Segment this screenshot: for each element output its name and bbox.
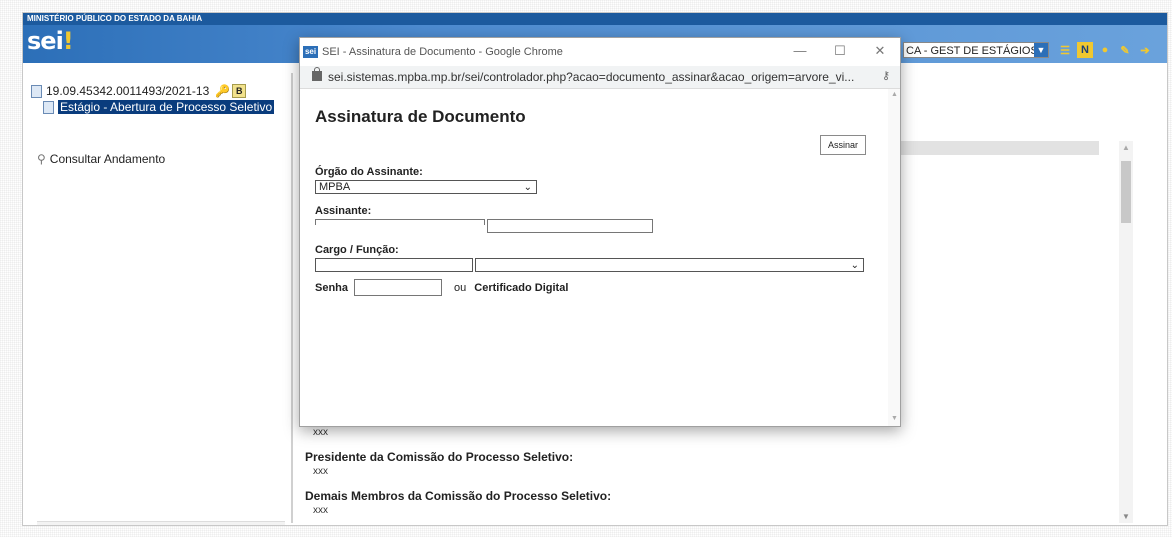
unit-selector[interactable]: CA - GEST DE ESTÁGIOS ▼	[903, 42, 1049, 58]
maximize-icon[interactable]: ☐	[830, 43, 850, 59]
scroll-down-icon[interactable]: ▼	[891, 415, 898, 422]
assinante-input-left[interactable]	[315, 219, 485, 225]
unit-selector-value: CA - GEST DE ESTÁGIOS	[906, 45, 1038, 57]
tools-icon[interactable]: ✎	[1117, 42, 1133, 58]
cargo-select[interactable]: ⌄	[475, 258, 864, 272]
content-value-1: xxx	[313, 427, 328, 438]
page-title: Assinatura de Documento	[315, 107, 526, 126]
scroll-up-icon[interactable]: ▲	[1122, 143, 1130, 152]
scroll-down-icon[interactable]: ▼	[1122, 512, 1130, 521]
content-value-3: xxx	[313, 505, 328, 516]
tree-horizontal-scrollbar[interactable]: ◀ ▶	[37, 521, 285, 526]
content-value-2: xxx	[313, 466, 328, 477]
lock-icon	[312, 67, 322, 81]
tree-document[interactable]: Estágio - Abertura de Processo Seletivo	[31, 99, 291, 115]
popup-titlebar[interactable]: sei SEI - Assinatura de Documento - Goog…	[300, 38, 900, 67]
consult-label[interactable]: Consultar Andamento	[50, 152, 165, 166]
pane-divider[interactable]	[291, 73, 293, 523]
scroll-right-icon[interactable]: ▶	[272, 523, 279, 525]
process-number[interactable]: 19.09.45342.0011493/2021-13	[46, 84, 209, 98]
user-icon[interactable]: ●	[1097, 42, 1113, 58]
scroll-left-icon[interactable]: ◀	[41, 523, 48, 525]
members-label: Demais Membros da Comissão do Processo S…	[305, 489, 612, 503]
popup-body: Assinatura de Documento Assinar Órgão do…	[300, 89, 900, 426]
minimize-icon[interactable]: —	[790, 43, 810, 58]
folder-icon	[31, 84, 42, 98]
president-label: Presidente da Comissão do Processo Selet…	[305, 450, 574, 464]
sei-window-icon: sei	[303, 46, 318, 58]
orgao-label: Órgão do Assinante:	[315, 166, 423, 178]
consult-link[interactable]: ⚲ Consultar Andamento	[37, 152, 165, 166]
scroll-thumb[interactable]	[55, 525, 145, 526]
address-bar[interactable]: sei.sistemas.mpba.mp.br/sei/controlador.…	[300, 66, 900, 89]
chevron-down-icon: ⌄	[523, 182, 532, 193]
password-row: Senha ou Certificado Digital	[315, 279, 568, 296]
close-icon[interactable]: ✕	[870, 43, 890, 59]
menu-icon[interactable]: ☰	[1057, 42, 1073, 58]
password-input[interactable]	[354, 279, 443, 296]
chevron-down-icon: ▼	[1034, 43, 1048, 57]
notes-icon[interactable]: N	[1077, 42, 1093, 58]
senha-label: Senha	[315, 281, 349, 294]
scroll-up-icon[interactable]: ▲	[891, 91, 898, 98]
popup-scrollbar[interactable]: ▲ ▼	[888, 89, 900, 426]
window-title: SEI - Assinatura de Documento - Google C…	[322, 46, 563, 58]
or-label: ou	[454, 281, 467, 294]
password-key-icon[interactable]: ⚷	[882, 69, 890, 82]
cargo-label: Cargo / Função:	[315, 244, 399, 256]
assinante-input[interactable]	[487, 219, 653, 233]
sign-button[interactable]: Assinar	[820, 135, 866, 155]
certificate-label[interactable]: Certificado Digital	[474, 282, 568, 294]
url-text[interactable]: sei.sistemas.mpba.mp.br/sei/controlador.…	[328, 70, 854, 84]
content-vertical-scrollbar[interactable]: ▲ ▼	[1119, 141, 1133, 523]
scroll-thumb[interactable]	[1121, 161, 1131, 223]
exit-icon[interactable]: ➔	[1137, 42, 1153, 58]
signature-popup-window: sei SEI - Assinatura de Documento - Goog…	[299, 37, 901, 427]
orgao-value: MPBA	[319, 181, 351, 193]
chevron-down-icon: ⌄	[850, 260, 859, 271]
magnifier-icon: ⚲	[37, 152, 46, 166]
tree-process[interactable]: 19.09.45342.0011493/2021-13 🔑 B	[31, 83, 291, 99]
org-name: MINISTÉRIO PÚBLICO DO ESTADO DA BAHIA	[23, 13, 1167, 25]
cargo-input-left[interactable]	[315, 258, 473, 272]
block-badge[interactable]: B	[232, 84, 247, 98]
key-icon[interactable]: 🔑	[215, 84, 230, 98]
header-toolbar: ☰ N ● ✎ ➔	[1057, 42, 1153, 58]
document-icon	[43, 100, 54, 114]
assinante-label: Assinante:	[315, 205, 372, 217]
document-label[interactable]: Estágio - Abertura de Processo Seletivo	[58, 100, 275, 114]
process-tree: 19.09.45342.0011493/2021-13 🔑 B Estágio …	[31, 83, 291, 115]
sei-logo[interactable]: sei!	[27, 27, 74, 55]
orgao-select[interactable]: MPBA ⌄	[315, 180, 537, 194]
